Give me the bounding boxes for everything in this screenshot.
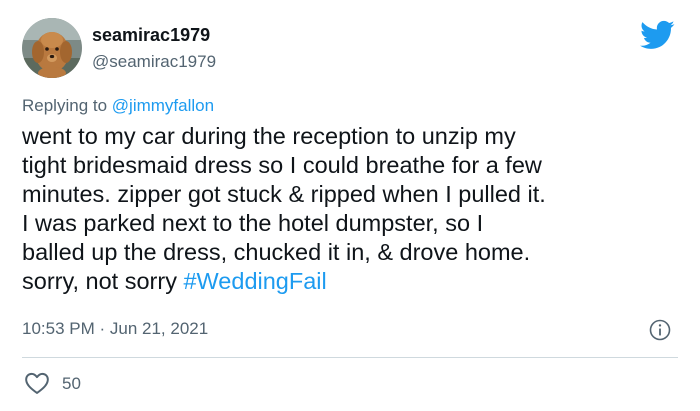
tweet-line: went to my car during the reception to u…	[22, 123, 516, 149]
dog-avatar-icon	[22, 18, 82, 78]
tweet-line: balled up the dress, chucked it in, & dr…	[22, 239, 531, 265]
meta-separator: ·	[94, 319, 110, 338]
hashtag-link[interactable]: #WeddingFail	[183, 268, 326, 294]
tweet-text: went to my car during the reception to u…	[22, 122, 682, 296]
avatar[interactable]	[22, 18, 82, 78]
tweet-line-text: sorry, not sorry	[22, 268, 184, 294]
tweet-line-last: sorry, not sorry #WeddingFail	[22, 267, 682, 296]
tweet-date: Jun 21, 2021	[109, 319, 209, 338]
divider	[22, 357, 678, 358]
twitter-bird-icon[interactable]	[640, 20, 675, 50]
info-icon[interactable]	[648, 318, 672, 342]
tweet-line: minutes. zipper got stuck & ripped when …	[22, 181, 546, 207]
tweet-timestamp[interactable]: 10:53 PM · Jun 21, 2021	[22, 318, 208, 340]
tweet-line: I was parked next to the hotel dumpster,…	[22, 210, 484, 236]
like-count: 50	[62, 374, 81, 393]
replied-handle-link[interactable]: @jimmyfallon	[112, 96, 214, 115]
replying-to-label: Replying to	[22, 96, 112, 115]
tweet-time: 10:53 PM	[22, 319, 95, 338]
user-handle[interactable]: @seamirac1979	[92, 51, 216, 73]
replying-to: Replying to @jimmyfallon	[22, 95, 214, 117]
display-name[interactable]: seamirac1979	[92, 24, 210, 46]
heart-icon[interactable]	[24, 371, 50, 395]
tweet-line: tight bridesmaid dress so I could breath…	[22, 152, 542, 178]
